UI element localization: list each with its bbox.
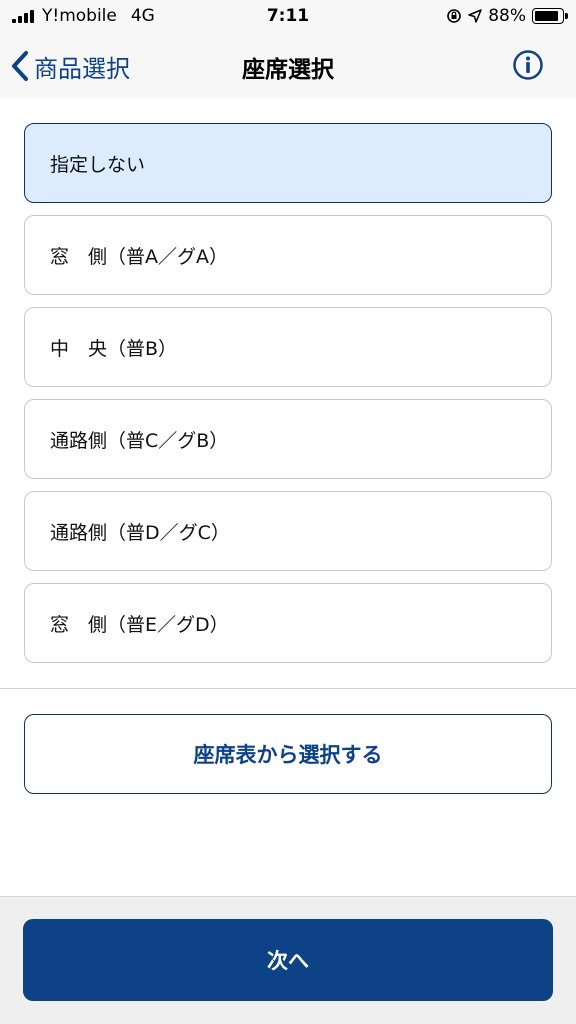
nav-bar: 商品選択 座席選択: [0, 34, 576, 98]
battery-fill: [535, 11, 558, 21]
seat-option-label: 指定しない: [50, 153, 146, 176]
location-arrow-icon: [468, 9, 482, 23]
seat-option-aisle-d[interactable]: 通路側（普D／グC）: [24, 491, 552, 571]
page-title: 座席選択: [242, 57, 334, 83]
status-bar: Y!mobile 4G 7:11 88%: [0, 0, 576, 34]
seat-option-window-e[interactable]: 窓 側（普E／グD）: [24, 583, 552, 663]
battery-icon: [532, 8, 568, 24]
seat-option-window-a[interactable]: 窓 側（普A／グA）: [24, 215, 552, 295]
seat-option-aisle-c[interactable]: 通路側（普C／グB）: [24, 399, 552, 479]
info-circle-icon: [513, 50, 543, 80]
seat-option-label: 窓 側（普A／グA）: [50, 245, 228, 268]
seat-map-button[interactable]: 座席表から選択する: [24, 714, 552, 794]
seat-option-label: 通路側（普C／グB）: [50, 429, 229, 452]
battery-percent: 88%: [488, 6, 526, 26]
next-button[interactable]: 次へ: [23, 919, 553, 1001]
footer: 次へ: [0, 896, 576, 1024]
info-button[interactable]: [512, 49, 544, 81]
seat-option-label: 窓 側（普E／グD）: [50, 613, 229, 636]
seat-option-label: 通路側（普D／グC）: [50, 521, 230, 544]
seat-option-list: 指定しない 窓 側（普A／グA） 中 央（普B） 通路側（普C／グB） 通路側（…: [24, 123, 552, 675]
seat-option-middle-b[interactable]: 中 央（普B）: [24, 307, 552, 387]
rotation-lock-icon: [447, 9, 462, 23]
seat-option-none[interactable]: 指定しない: [24, 123, 552, 203]
divider: [0, 688, 576, 689]
seat-option-label: 中 央（普B）: [50, 337, 178, 360]
status-right: 88%: [446, 6, 568, 26]
